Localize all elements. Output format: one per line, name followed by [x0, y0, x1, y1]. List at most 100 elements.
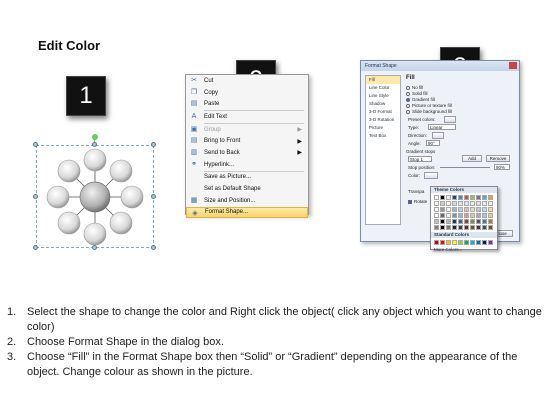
color-swatch[interactable]: [446, 195, 451, 200]
color-swatch[interactable]: [458, 213, 463, 218]
color-swatch[interactable]: [482, 201, 487, 206]
color-swatch[interactable]: [458, 201, 463, 206]
menu-item-edit-text[interactable]: A Edit Text: [186, 111, 308, 123]
menu-item-hyperlink[interactable]: ⚭ Hyperlink...: [186, 159, 308, 171]
rotate-checkbox[interactable]: Rotate: [408, 199, 427, 204]
color-swatch[interactable]: [458, 207, 463, 212]
color-swatch[interactable]: [446, 219, 451, 224]
color-swatch[interactable]: [470, 240, 475, 245]
menu-item-bring-to-front[interactable]: ▤ Bring to Front ▶: [186, 135, 308, 147]
color-swatch[interactable]: [452, 219, 457, 224]
color-swatch[interactable]: [488, 219, 493, 224]
color-swatch[interactable]: [440, 195, 445, 200]
color-swatch[interactable]: [476, 225, 481, 230]
color-swatch[interactable]: [482, 213, 487, 218]
menu-item-copy[interactable]: ❐ Copy: [186, 87, 308, 99]
color-swatch[interactable]: [458, 195, 463, 200]
sidebar-item-text-box[interactable]: Text Box: [366, 132, 400, 140]
color-swatch[interactable]: [464, 225, 469, 230]
color-swatch[interactable]: [446, 201, 451, 206]
sidebar-item-line-color[interactable]: Line Color: [366, 84, 400, 92]
fill-option-no-fill[interactable]: No fill: [406, 85, 423, 90]
color-swatch[interactable]: [434, 207, 439, 212]
sidebar-item-picture[interactable]: Picture: [366, 124, 400, 132]
color-swatch[interactable]: [488, 201, 493, 206]
color-swatch[interactable]: [488, 213, 493, 218]
color-swatch[interactable]: [476, 219, 481, 224]
menu-item-format-shape[interactable]: ◈ Format Shape...: [186, 206, 308, 219]
color-swatch[interactable]: [452, 225, 457, 230]
color-swatch[interactable]: [440, 213, 445, 218]
direction-dropdown[interactable]: [432, 132, 444, 139]
sidebar-item-3d-rotation[interactable]: 3-D Rotation: [366, 116, 400, 124]
sidebar-item-fill[interactable]: Fill: [366, 76, 400, 84]
color-swatch[interactable]: [458, 240, 463, 245]
color-swatch[interactable]: [440, 201, 445, 206]
color-swatch[interactable]: [470, 213, 475, 218]
color-swatch[interactable]: [458, 219, 463, 224]
color-swatch[interactable]: [440, 225, 445, 230]
color-swatch[interactable]: [446, 225, 451, 230]
color-swatch[interactable]: [464, 213, 469, 218]
stop-position-slider[interactable]: [440, 167, 490, 168]
color-swatch[interactable]: [470, 207, 475, 212]
color-swatch[interactable]: [440, 240, 445, 245]
color-swatch[interactable]: [434, 213, 439, 218]
color-swatch[interactable]: [434, 195, 439, 200]
sidebar-item-shadow[interactable]: Shadow: [366, 100, 400, 108]
color-swatch[interactable]: [482, 225, 487, 230]
color-swatch[interactable]: [446, 213, 451, 218]
color-swatch[interactable]: [488, 195, 493, 200]
color-swatch[interactable]: [464, 201, 469, 206]
color-swatch[interactable]: [452, 195, 457, 200]
color-swatch[interactable]: [452, 201, 457, 206]
remove-stop-button[interactable]: Remove: [486, 155, 510, 162]
color-swatch[interactable]: [434, 219, 439, 224]
color-swatch[interactable]: [476, 207, 481, 212]
sidebar-item-line-style[interactable]: Line Style: [366, 92, 400, 100]
color-swatch[interactable]: [476, 213, 481, 218]
menu-item-group[interactable]: ▣ Group ▶: [186, 124, 308, 136]
color-swatch[interactable]: [464, 219, 469, 224]
add-stop-button[interactable]: Add: [462, 155, 482, 162]
selected-shape-diagram[interactable]: [33, 134, 156, 250]
color-swatch[interactable]: [488, 207, 493, 212]
menu-item-send-to-back[interactable]: ▥ Send to Back ▶: [186, 147, 308, 159]
menu-item-set-default-shape[interactable]: Set as Default Shape: [186, 183, 308, 195]
color-dropdown[interactable]: [424, 172, 438, 179]
preset-dropdown[interactable]: [444, 116, 456, 123]
stop-position-field[interactable]: 90%: [494, 164, 510, 170]
color-swatch[interactable]: [452, 213, 457, 218]
fill-option-solid[interactable]: Solid fill: [406, 91, 428, 96]
angle-field[interactable]: 90°: [426, 140, 440, 146]
close-icon[interactable]: [509, 62, 517, 69]
color-swatch[interactable]: [434, 225, 439, 230]
color-swatch[interactable]: [476, 201, 481, 206]
color-swatch[interactable]: [440, 219, 445, 224]
menu-item-save-as-picture[interactable]: Save as Picture...: [186, 172, 308, 184]
color-swatch[interactable]: [458, 225, 463, 230]
menu-item-paste[interactable]: ▤ Paste: [186, 98, 308, 110]
color-swatch[interactable]: [482, 207, 487, 212]
menu-item-cut[interactable]: ✂ Cut: [186, 75, 308, 87]
color-swatch[interactable]: [470, 195, 475, 200]
rotation-handle[interactable]: [92, 134, 98, 140]
color-swatch[interactable]: [464, 207, 469, 212]
color-swatch[interactable]: [452, 207, 457, 212]
color-swatch[interactable]: [470, 225, 475, 230]
color-swatch[interactable]: [482, 195, 487, 200]
more-colors-link[interactable]: More Colors...: [431, 247, 497, 252]
color-swatch[interactable]: [446, 207, 451, 212]
color-swatch[interactable]: [470, 201, 475, 206]
stop-select[interactable]: Stop 1: [408, 156, 432, 162]
color-swatch[interactable]: [464, 240, 469, 245]
color-swatch[interactable]: [476, 240, 481, 245]
sidebar-item-3d-format[interactable]: 3-D Format: [366, 108, 400, 116]
color-swatch[interactable]: [488, 240, 493, 245]
fill-option-slide-bg[interactable]: Slide background fill: [406, 109, 452, 114]
fill-option-gradient[interactable]: Gradient fill: [406, 97, 435, 102]
color-swatch[interactable]: [434, 201, 439, 206]
menu-item-size-position[interactable]: ▦ Size and Position...: [186, 195, 308, 207]
type-select[interactable]: Linear: [428, 124, 456, 130]
color-swatch[interactable]: [482, 219, 487, 224]
